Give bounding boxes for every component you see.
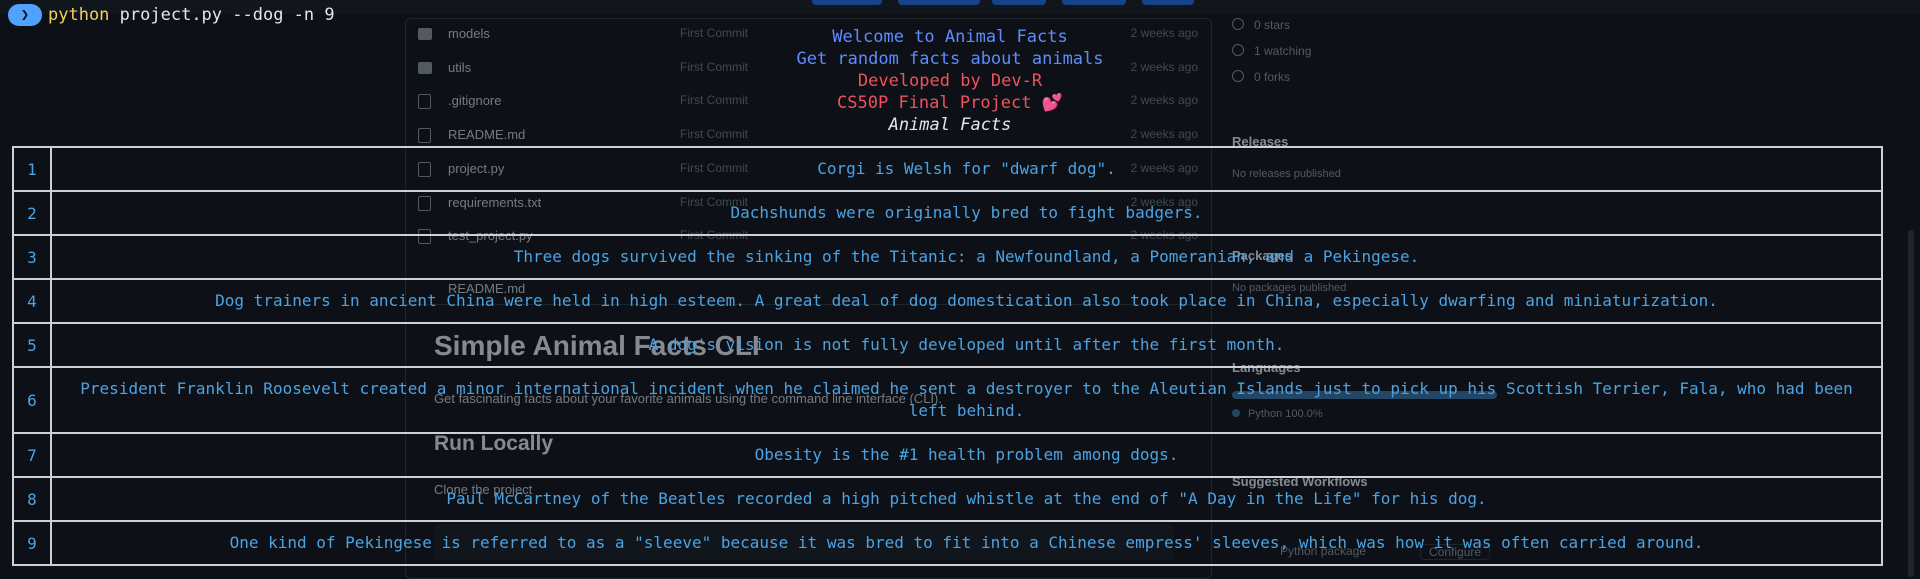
- table-row: 2 Dachshunds were originally bred to figh…: [12, 190, 1883, 236]
- banner-developer: Developed by Dev-R: [857, 71, 1043, 91]
- table-row: 8 Paul McCartney of the Beatles recorded …: [12, 476, 1883, 522]
- prompt-badge: ❯: [8, 4, 42, 26]
- fact-text: Obesity is the #1 health problem among d…: [50, 432, 1883, 478]
- fact-text: Corgi is Welsh for "dwarf dog".: [50, 146, 1883, 192]
- banner-project-text: CS50P Final Project: [837, 93, 1032, 113]
- row-number: 3: [12, 234, 52, 280]
- table-row: 9 One kind of Pekingese is referred to as…: [12, 520, 1883, 566]
- fact-text: A dog's vision is not fully developed un…: [50, 322, 1883, 368]
- fact-text: Dachshunds were originally bred to fight…: [50, 190, 1883, 236]
- toolbar-tab[interactable]: [812, 0, 882, 5]
- banner-project: CS50P Final Project 💕: [0, 92, 1900, 114]
- row-number: 5: [12, 322, 52, 368]
- toolbar-tab[interactable]: [992, 0, 1046, 5]
- toolbar-tab[interactable]: [1142, 0, 1194, 5]
- table-row: 3 Three dogs survived the sinking of the …: [12, 234, 1883, 280]
- table-row: 5A dog's vision is not fully developed u…: [12, 322, 1883, 368]
- page-scrollbar[interactable]: [1908, 230, 1914, 577]
- fact-text: President Franklin Roosevelt created a m…: [50, 366, 1883, 434]
- row-number: 4: [12, 278, 52, 324]
- command-line: ❯ python project.py --dog -n 9: [8, 4, 335, 28]
- table-row: 1 Corgi is Welsh for "dwarf dog".: [12, 146, 1883, 192]
- row-number: 2: [12, 190, 52, 236]
- table-row: 7 Obesity is the #1 health problem among …: [12, 432, 1883, 478]
- row-number: 8: [12, 476, 52, 522]
- table-title: Animal Facts: [888, 115, 1012, 135]
- row-number: 6: [12, 366, 52, 434]
- toolbar-tab[interactable]: [898, 0, 980, 5]
- command-args: project.py --dog -n 9: [119, 5, 335, 25]
- command-program: python: [48, 5, 110, 25]
- row-number: 1: [12, 146, 52, 192]
- row-number: 7: [12, 432, 52, 478]
- table-row: 4 Dog trainers in ancient China were held…: [12, 278, 1883, 324]
- row-number: 9: [12, 520, 52, 566]
- toolbar-tab[interactable]: [1062, 0, 1126, 5]
- facts-table: 1 Corgi is Welsh for "dwarf dog". 2 Dachshu…: [12, 146, 1883, 566]
- fact-text: One kind of Pekingese is referred to as …: [50, 520, 1883, 566]
- banner-subtitle: Get random facts about animals: [796, 49, 1104, 69]
- fact-text: Three dogs survived the sinking of the T…: [50, 234, 1883, 280]
- table-row: 6 President Franklin Roosevelt created a …: [12, 366, 1883, 434]
- fact-text: Paul McCartney of the Beatles recorded a…: [50, 476, 1883, 522]
- heart-icon: 💕: [1041, 93, 1063, 113]
- banner-welcome: Welcome to Animal Facts: [832, 27, 1068, 47]
- fact-text: Dog trainers in ancient China were held …: [50, 278, 1883, 324]
